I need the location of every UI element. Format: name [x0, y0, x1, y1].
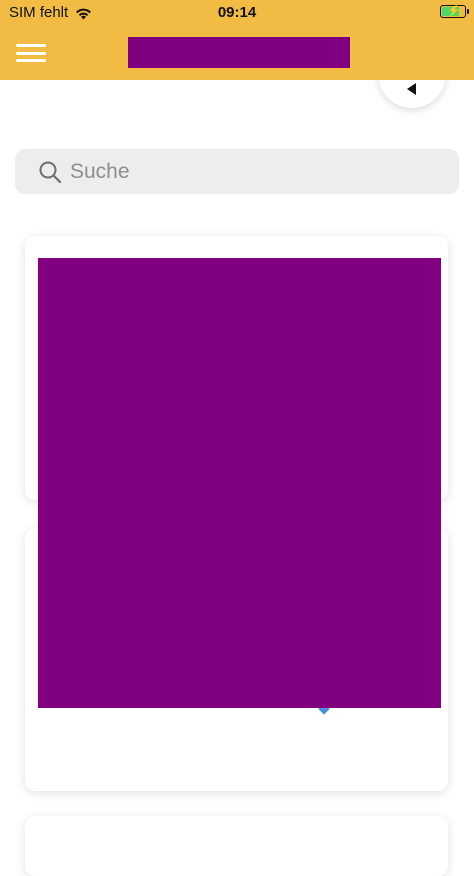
- status-time: 09:14: [217, 4, 257, 21]
- header-logo: [128, 37, 350, 68]
- battery-icon: ⚡: [440, 5, 469, 18]
- status-bar: SIM fehlt 09:14 ⚡: [0, 0, 474, 26]
- search-input[interactable]: [68, 158, 432, 185]
- navigation-arrow-icon: [407, 83, 416, 95]
- content-image-block: [38, 258, 441, 708]
- hamburger-menu-icon[interactable]: [16, 40, 46, 66]
- search-icon: [39, 161, 62, 183]
- search-bar[interactable]: [15, 149, 459, 194]
- app-header: SIM fehlt 09:14 ⚡: [0, 0, 474, 80]
- list-card[interactable]: [25, 816, 448, 876]
